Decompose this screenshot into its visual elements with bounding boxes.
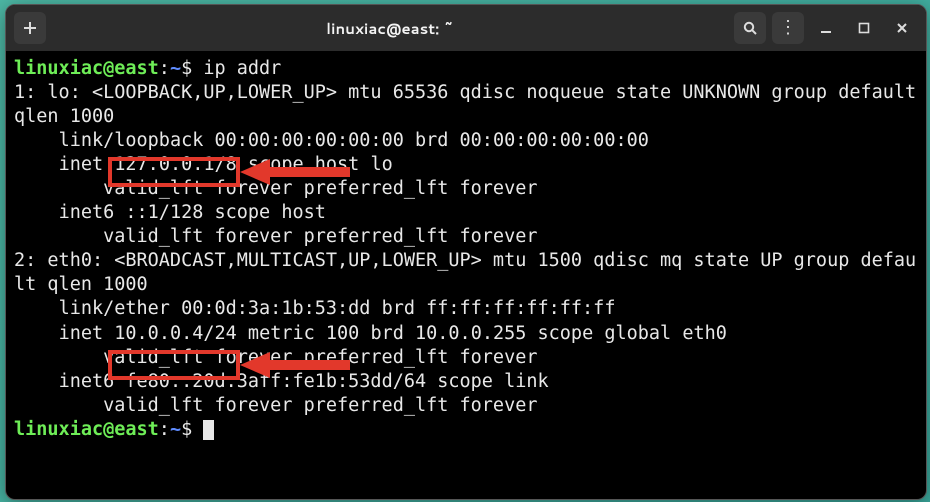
highlight-ip-eth0: 10.0.0.4/24 [114,323,237,344]
menu-button[interactable]: ⋮ [772,12,804,44]
command-text: ip addr [203,58,281,79]
close-icon [895,21,909,35]
titlebar: linuxiac@east: ~ ⋮ [6,5,926,51]
output-line-pre: inet [14,154,114,175]
output-line: 2: eth0: <BROADCAST,MULTICAST,UP,LOWER_U… [14,250,916,295]
highlight-ip-lo: 127.0.0.1/8 [114,154,237,175]
maximize-icon [857,21,871,35]
minimize-icon [819,21,833,35]
maximize-button[interactable] [848,12,880,44]
prompt-path: ~ [170,58,181,79]
kebab-icon: ⋮ [779,19,797,37]
output-line: inet6 ::1/128 scope host [14,202,326,223]
output-line: link/ether 00:0d:3a:1b:53:dd brd ff:ff:f… [14,298,615,319]
terminal-window: linuxiac@east: ~ ⋮ linuxiac@east [5,4,927,500]
search-icon [742,20,758,36]
prompt-path: ~ [170,419,181,440]
window-title: linuxiac@east: ~ [46,18,734,39]
prompt-user-host: linuxiac@east [14,419,159,440]
search-button[interactable] [734,12,766,44]
output-line: valid_lft forever preferred_lft forever [14,178,538,199]
output-line: valid_lft forever preferred_lft forever [14,347,538,368]
terminal-body[interactable]: linuxiac@east:~$ ip addr 1: lo: <LOOPBAC… [6,51,926,500]
output-line-mid: metric 100 brd 10.0.0.255 scope global e… [237,323,727,344]
output-line: valid_lft forever preferred_lft forever [14,395,538,416]
prompt-colon: : [159,58,170,79]
output-line: link/loopback 00:00:00:00:00:00 brd 00:0… [14,130,649,151]
output-line-mid: scope host lo [237,154,393,175]
prompt-dollar: $ [181,419,203,440]
plus-icon [22,20,38,36]
cursor [203,420,214,439]
minimize-button[interactable] [810,12,842,44]
output-line: inet6 fe80::20d:3aff:fe1b:53dd/64 scope … [14,371,549,392]
output-line: 1: lo: <LOOPBACK,UP,LOWER_UP> mtu 65536 … [14,82,927,127]
close-button[interactable] [886,12,918,44]
new-tab-button[interactable] [14,12,46,44]
output-line-pre: inet [14,323,114,344]
prompt-dollar: $ [181,58,203,79]
prompt-user-host: linuxiac@east [14,58,159,79]
prompt-colon: : [159,419,170,440]
output-line: valid_lft forever preferred_lft forever [14,226,538,247]
